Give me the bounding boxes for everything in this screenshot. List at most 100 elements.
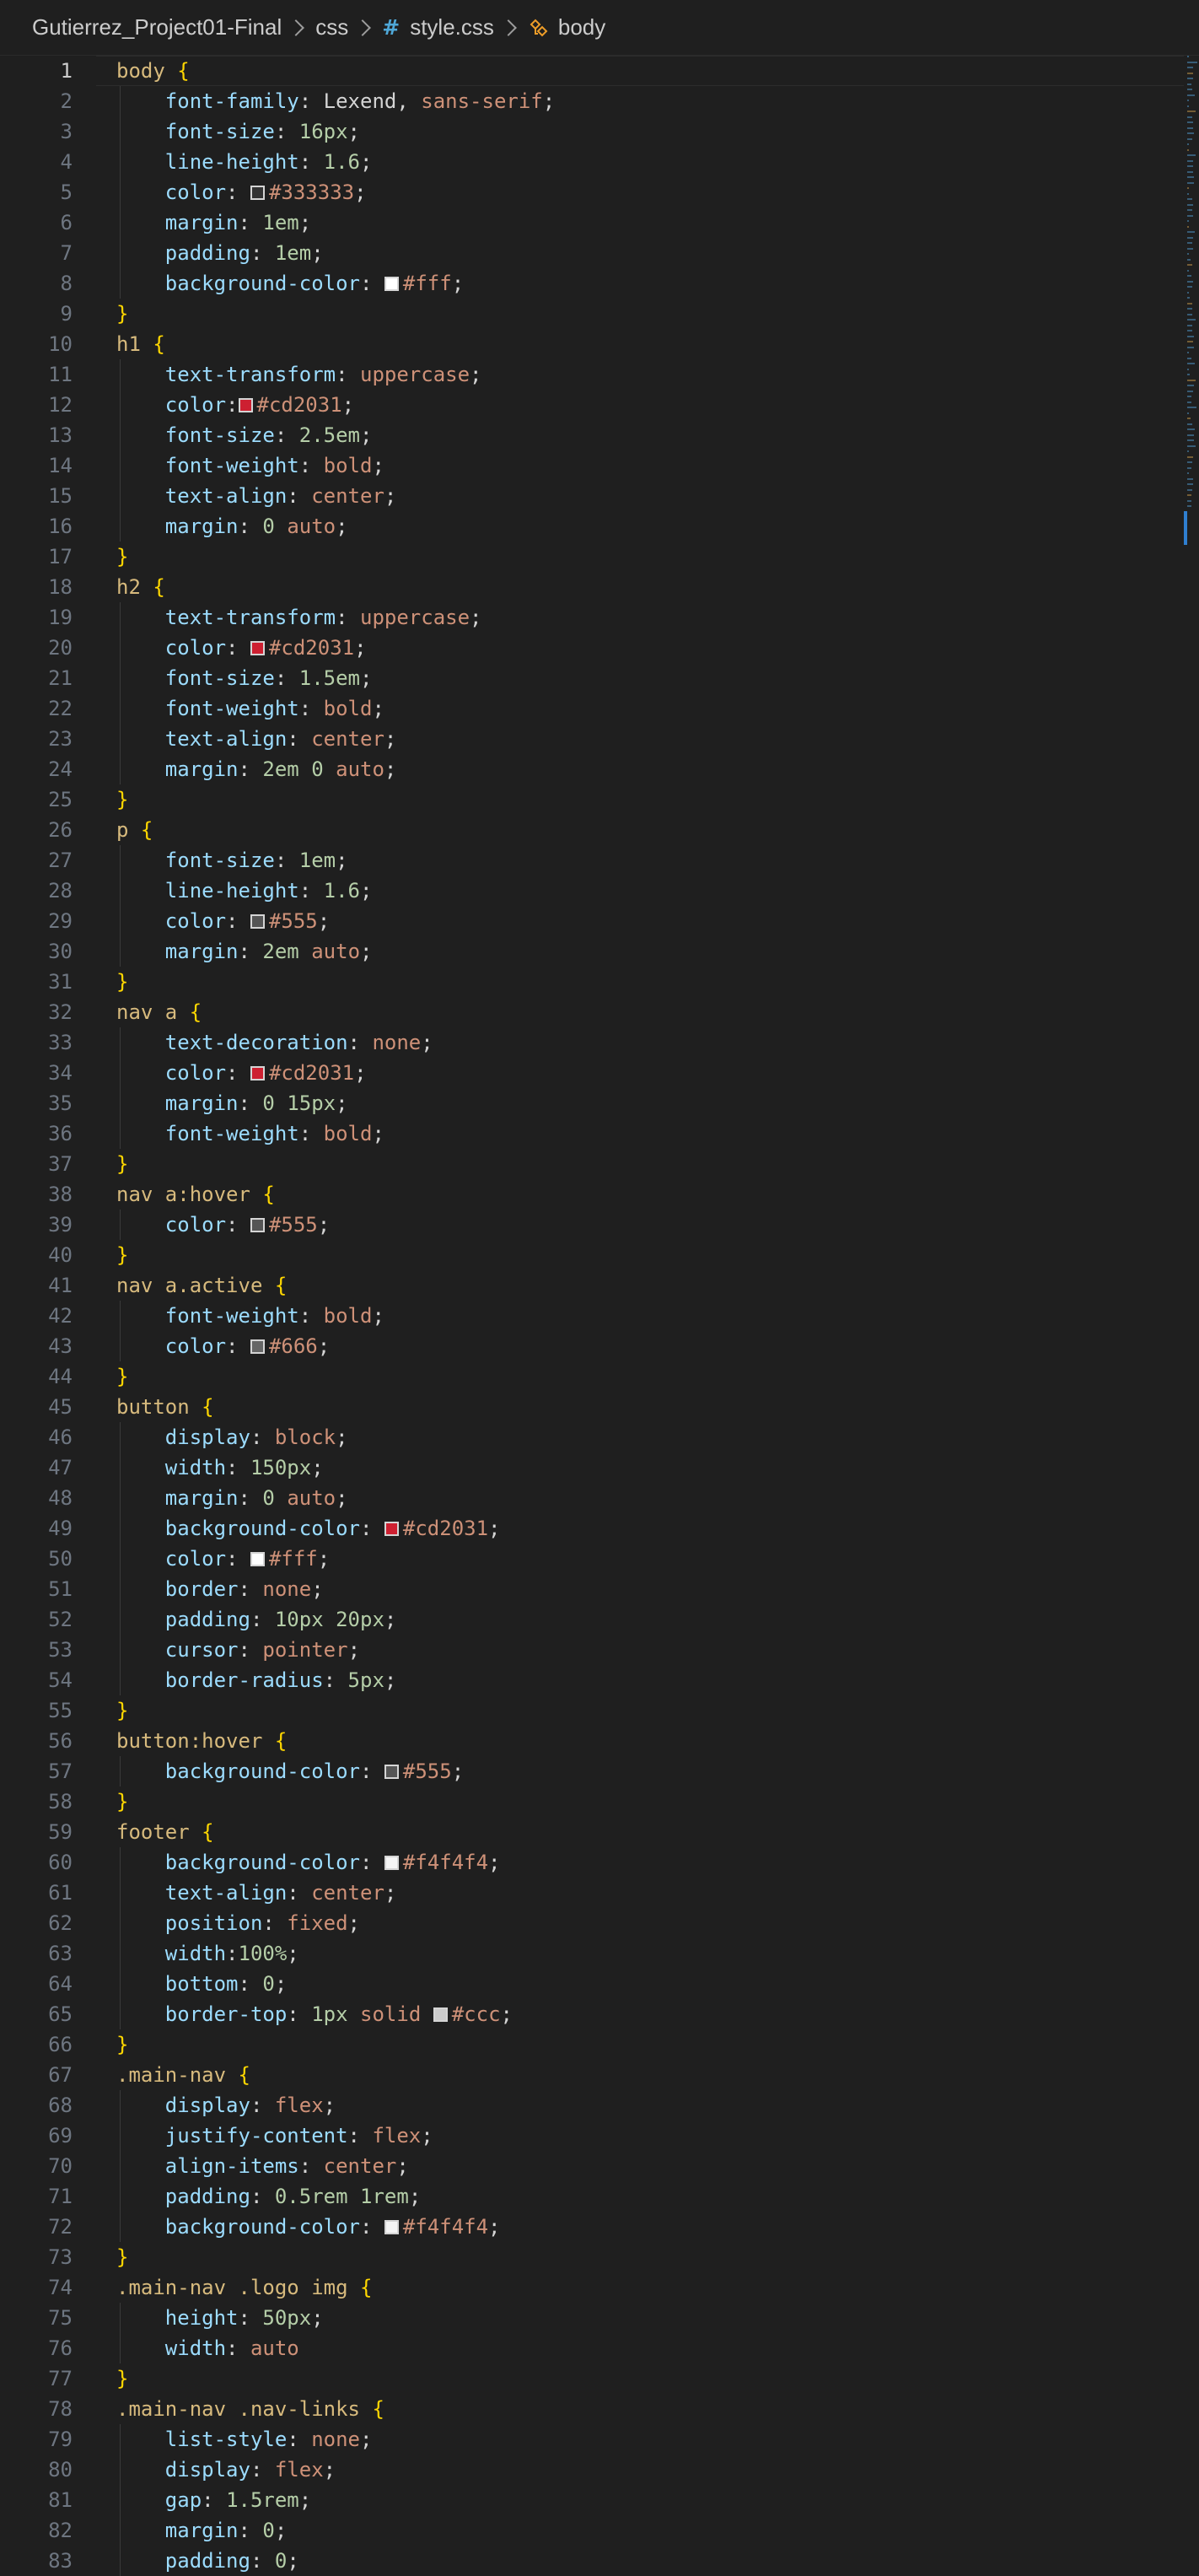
code-line[interactable]: justify-content: flex; [116,2121,1179,2151]
code-line[interactable]: color: #666; [116,1331,1179,1361]
code-line[interactable]: } [116,1149,1179,1179]
color-swatch[interactable] [384,277,399,291]
code-line[interactable]: } [116,299,1179,329]
code-line[interactable]: display: flex; [116,2455,1179,2485]
code-line[interactable]: text-align: center; [116,481,1179,511]
code-line[interactable]: } [116,2242,1179,2272]
color-swatch[interactable] [250,1552,265,1566]
color-swatch[interactable] [384,1765,399,1779]
code-line[interactable]: background-color: #555; [116,1756,1179,1786]
code-line[interactable]: gap: 1.5rem; [116,2485,1179,2515]
code-line[interactable]: text-align: center; [116,724,1179,754]
line-number-gutter[interactable]: 1 2 3 4 5 6 7 8 9 10 11 12 13 14 15 16 17 18 19 20 21 22 23 24 2… [0,56,93,2576]
code-line[interactable]: font-weight: bold; [116,450,1179,481]
code-line[interactable]: font-size: 1.5em; [116,663,1179,693]
code-line[interactable]: text-decoration: none; [116,1027,1179,1058]
code-line[interactable]: p { [116,815,1179,845]
breadcrumb-folder[interactable]: css [315,14,348,40]
code-line[interactable]: } [116,1361,1179,1392]
code-line[interactable]: font-weight: bold; [116,693,1179,724]
color-swatch[interactable] [384,2220,399,2234]
code-line[interactable]: color: #fff; [116,1544,1179,1574]
code-line[interactable]: .main-nav .nav-links { [116,2394,1179,2424]
code-line[interactable]: margin: 2em 0 auto; [116,754,1179,784]
code-line[interactable]: padding: 0; [116,2546,1179,2576]
code-line[interactable]: font-size: 1em; [116,845,1179,876]
code-line[interactable]: margin: 1em; [116,207,1179,238]
code-line[interactable]: width: auto [116,2333,1179,2363]
code-line[interactable]: border: none; [116,1574,1179,1604]
code-line[interactable]: h2 { [116,572,1179,602]
code-line[interactable]: background-color: #cd2031; [116,1513,1179,1544]
code-line[interactable]: cursor: pointer; [116,1635,1179,1665]
code-editor[interactable]: 1 2 3 4 5 6 7 8 9 10 11 12 13 14 15 16 17 18 19 20 21 22 23 24 2… [0,56,1199,2576]
code-line[interactable]: width:100%; [116,1938,1179,1969]
code-line[interactable]: nav a:hover { [116,1179,1179,1210]
code-line[interactable]: .main-nav .logo img { [116,2272,1179,2303]
code-line[interactable]: } [116,967,1179,997]
code-line[interactable]: text-transform: uppercase; [116,602,1179,633]
color-swatch[interactable] [250,914,265,929]
code-line[interactable]: position: fixed; [116,1908,1179,1938]
code-line[interactable]: padding: 0.5rem 1rem; [116,2181,1179,2212]
code-line[interactable]: color: #555; [116,1210,1179,1240]
code-line[interactable]: text-align: center; [116,1878,1179,1908]
code-line[interactable]: font-weight: bold; [116,1118,1179,1149]
code-line[interactable]: margin: 0; [116,2515,1179,2546]
code-line[interactable]: background-color: #f4f4f4; [116,2212,1179,2242]
code-line[interactable]: button { [116,1392,1179,1422]
color-swatch[interactable] [250,1218,265,1232]
code-line[interactable]: color: #cd2031; [116,633,1179,663]
code-line[interactable]: background-color: #fff; [116,268,1179,299]
code-line[interactable]: nav a { [116,997,1179,1027]
code-line[interactable]: font-family: Lexend, sans-serif; [116,86,1179,116]
breadcrumb-file[interactable]: # style.css [382,14,494,40]
code-line[interactable]: margin: 2em auto; [116,936,1179,967]
color-swatch[interactable] [384,1522,399,1536]
code-line[interactable]: height: 50px; [116,2303,1179,2333]
code-line[interactable]: line-height: 1.6; [116,876,1179,906]
color-swatch[interactable] [250,186,265,200]
code-line[interactable]: margin: 0 15px; [116,1088,1179,1118]
code-line[interactable]: list-style: none; [116,2424,1179,2455]
color-swatch[interactable] [384,1856,399,1870]
code-line[interactable]: nav a.active { [116,1270,1179,1301]
code-line[interactable]: display: block; [116,1422,1179,1452]
code-line[interactable]: align-items: center; [116,2151,1179,2181]
breadcrumb-project[interactable]: Gutierrez_Project01-Final [32,14,282,40]
code-line[interactable]: border-radius: 5px; [116,1665,1179,1695]
code-line[interactable]: color: #cd2031; [116,1058,1179,1088]
color-swatch[interactable] [238,398,253,412]
breadcrumb-symbol[interactable]: body [528,14,605,40]
code-line[interactable]: } [116,1786,1179,1817]
code-line[interactable]: body { [96,56,1184,86]
color-swatch[interactable] [250,641,265,655]
code-line[interactable]: text-transform: uppercase; [116,359,1179,390]
code-line[interactable]: border-top: 1px solid #ccc; [116,1999,1179,2029]
code-line[interactable]: } [116,1695,1179,1726]
minimap[interactable] [1184,56,1199,545]
code-area[interactable]: body { font-family: Lexend, sans-serif; … [96,56,1184,2576]
code-line[interactable]: } [116,2029,1179,2060]
code-line[interactable]: button:hover { [116,1726,1179,1756]
code-line[interactable]: font-weight: bold; [116,1301,1179,1331]
color-swatch[interactable] [250,1066,265,1081]
color-swatch[interactable] [250,1339,265,1354]
code-line[interactable]: margin: 0 auto; [116,1483,1179,1513]
code-line[interactable]: bottom: 0; [116,1969,1179,1999]
code-line[interactable]: } [116,1240,1179,1270]
code-line[interactable]: } [116,784,1179,815]
code-line[interactable]: width: 150px; [116,1452,1179,1483]
code-line[interactable]: line-height: 1.6; [116,147,1179,177]
code-line[interactable]: padding: 10px 20px; [116,1604,1179,1635]
code-line[interactable]: footer { [116,1817,1179,1847]
code-line[interactable]: padding: 1em; [116,238,1179,268]
code-line[interactable]: background-color: #f4f4f4; [116,1847,1179,1878]
code-line[interactable]: font-size: 16px; [116,116,1179,147]
code-line[interactable]: h1 { [116,329,1179,359]
code-line[interactable]: } [116,542,1179,572]
code-line[interactable]: } [116,2363,1179,2394]
code-line[interactable]: .main-nav { [116,2060,1179,2090]
code-line[interactable]: font-size: 2.5em; [116,420,1179,450]
code-line[interactable]: color: #555; [116,906,1179,936]
